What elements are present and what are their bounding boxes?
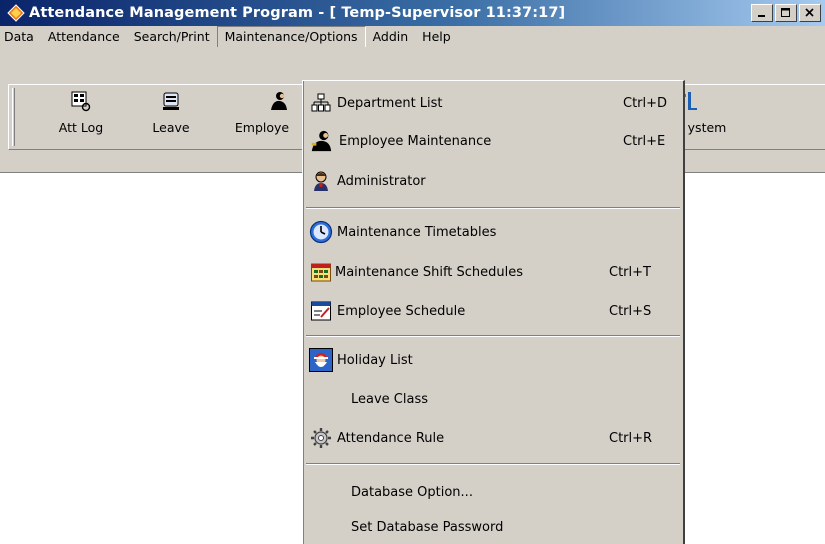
menu-item-set-database-password[interactable]: Set Database Password <box>303 513 683 541</box>
employee-maintenance-icon <box>309 129 333 153</box>
toolbar-grip[interactable] <box>12 88 15 146</box>
employee-icon <box>267 90 289 112</box>
leave-button[interactable]: Leave <box>136 90 206 135</box>
leave-label: Leave <box>152 120 190 135</box>
gears-icon <box>309 426 333 450</box>
no-icon <box>309 515 333 539</box>
menu-separator <box>306 335 680 337</box>
santa-icon <box>309 348 333 372</box>
menu-item-database-option[interactable]: Database Option... <box>303 478 683 506</box>
menu-item-maintenance-shift-schedules[interactable]: Maintenance Shift Schedules Ctrl+T <box>303 258 683 286</box>
minimize-button[interactable] <box>751 4 773 22</box>
menu-item-shortcut: Ctrl+E <box>623 133 666 149</box>
menu-separator <box>306 463 680 465</box>
no-icon <box>309 480 333 504</box>
menu-item-label: Maintenance Timetables <box>337 224 497 240</box>
maximize-icon <box>781 8 790 17</box>
att-log-button[interactable]: Att Log <box>46 90 116 135</box>
menu-help[interactable]: Help <box>415 26 458 47</box>
schedule-icon <box>309 299 333 323</box>
menu-item-holiday-list[interactable]: Holiday List <box>303 346 683 374</box>
leave-icon <box>160 90 182 112</box>
menu-item-label: Database Option... <box>351 484 473 500</box>
minimize-icon <box>758 15 765 17</box>
menu-data[interactable]: Data <box>0 26 41 47</box>
employee-button[interactable]: Employe <box>224 90 302 135</box>
menu-attendance[interactable]: Attendance <box>41 26 127 47</box>
menu-item-shortcut: Ctrl+R <box>609 430 653 446</box>
clock-icon <box>309 220 333 244</box>
menu-addin[interactable]: Addin <box>366 26 416 47</box>
maximize-button[interactable] <box>775 4 797 22</box>
close-icon <box>805 8 814 17</box>
system-label: ystem <box>687 120 727 135</box>
menu-item-employee-maintenance[interactable]: Employee Maintenance Ctrl+E <box>303 127 683 155</box>
window-title: Attendance Management Program - [ Temp-S… <box>29 5 566 21</box>
att-log-label: Att Log <box>58 120 104 135</box>
menu-item-department-list[interactable]: Department List Ctrl+D <box>303 89 683 117</box>
employee-label: Employe <box>234 120 290 135</box>
att-log-icon <box>70 90 92 112</box>
menu-maintenance-options[interactable]: Maintenance/Options <box>216 26 366 49</box>
menu-item-shortcut: Ctrl+D <box>623 95 668 111</box>
menu-item-administrator[interactable]: Administrator <box>303 167 683 195</box>
menu-item-label: Employee Maintenance <box>339 133 492 149</box>
department-tree-icon <box>309 91 333 115</box>
menu-item-label: Leave Class <box>351 391 429 407</box>
menu-item-label: Maintenance Shift Schedules <box>335 264 524 280</box>
menu-item-employee-schedule[interactable]: Employee Schedule Ctrl+S <box>303 297 683 325</box>
menu-item-shortcut: Ctrl+S <box>609 303 652 319</box>
menu-item-label: Administrator <box>337 173 426 189</box>
administrator-icon <box>309 169 333 193</box>
menu-item-label: Attendance Rule <box>337 430 445 446</box>
menu-item-label: Department List <box>337 95 443 111</box>
menu-item-label: Employee Schedule <box>337 303 466 319</box>
menu-search-print[interactable]: Search/Print <box>127 26 217 47</box>
menu-item-leave-class[interactable]: Leave Class <box>303 385 683 413</box>
menu-item-attendance-rule[interactable]: Attendance Rule Ctrl+R <box>303 424 683 452</box>
menu-item-label: Holiday List <box>337 352 413 368</box>
menu-item-shortcut: Ctrl+T <box>609 264 651 280</box>
menu-item-label: Set Database Password <box>351 519 504 535</box>
close-button[interactable] <box>799 4 821 22</box>
title-bar: Attendance Management Program - [ Temp-S… <box>0 0 825 26</box>
menu-separator <box>306 207 680 209</box>
no-icon <box>309 387 333 411</box>
app-logo-icon <box>6 3 26 23</box>
menu-bar: Data Attendance Search/Print Maintenance… <box>0 26 825 49</box>
menu-item-maintenance-timetables[interactable]: Maintenance Timetables <box>303 218 683 246</box>
maintenance-options-dropdown: Department List Ctrl+D Employee Maintena… <box>302 80 685 544</box>
calendar-icon <box>309 260 333 284</box>
